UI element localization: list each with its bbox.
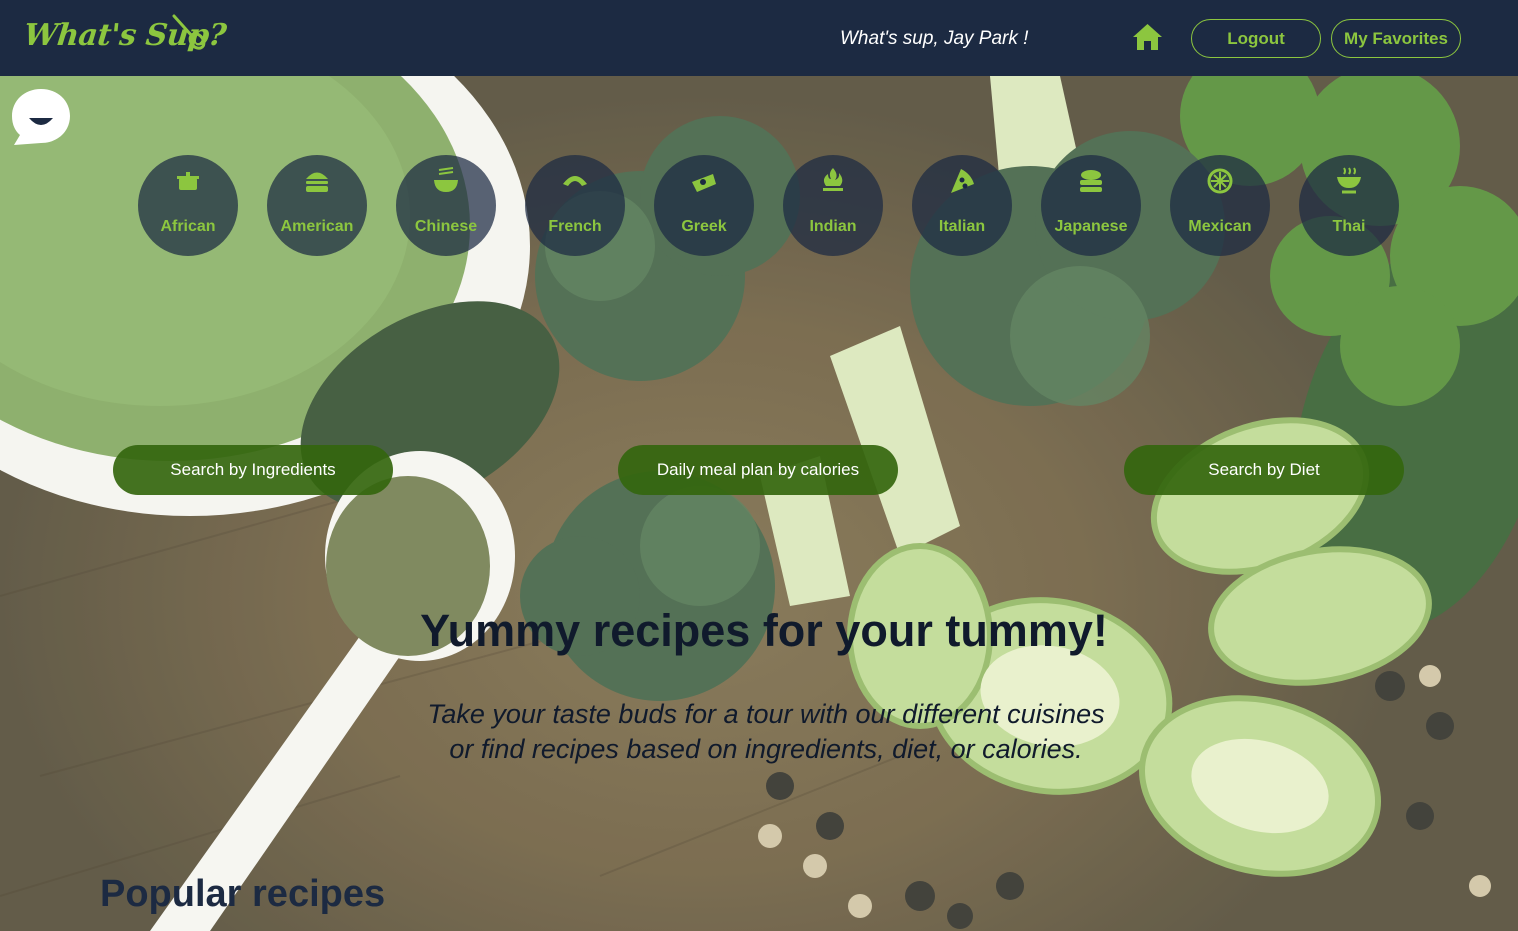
cuisine-label: African xyxy=(160,218,216,235)
burger-icon xyxy=(306,172,328,192)
cuisine-label: Thai xyxy=(1332,218,1366,235)
wok-icon xyxy=(1337,167,1361,194)
search-by-diet-button[interactable]: Search by Diet xyxy=(1124,445,1404,495)
chat-bubble-icon[interactable] xyxy=(10,87,72,147)
spoon-icon xyxy=(172,14,206,50)
cuisine-greek[interactable]: Greek xyxy=(654,155,754,256)
cuisine-japanese[interactable]: Japanese xyxy=(1041,155,1141,256)
meal-plan-by-calories-button[interactable]: Daily meal plan by calories xyxy=(618,445,898,495)
top-navbar: What's Sup? What's sup, Jay Park ! Logou… xyxy=(0,0,1518,76)
cuisine-label: French xyxy=(548,218,602,235)
lime-icon xyxy=(1207,168,1233,194)
cuisine-label: Japanese xyxy=(1054,218,1128,235)
cuisine-american[interactable]: American xyxy=(267,155,367,256)
cuisine-indian[interactable]: Indian xyxy=(783,155,883,256)
cuisine-italian[interactable]: Italian xyxy=(912,155,1012,256)
cuisine-label: Chinese xyxy=(414,218,478,235)
popular-recipes-heading: Popular recipes xyxy=(100,873,386,915)
sushi-icon xyxy=(1080,170,1102,192)
cuisine-label: Greek xyxy=(681,218,727,235)
cuisine-label: Italian xyxy=(938,218,986,235)
cuisine-label: Indian xyxy=(809,218,857,235)
hero-subtitle: Take your taste buds for a tour with our… xyxy=(0,697,1518,767)
cuisine-thai[interactable]: Thai xyxy=(1299,155,1399,256)
hero-subtitle-line: or find recipes based on ingredients, di… xyxy=(449,734,1083,764)
pizza-icon xyxy=(951,169,974,193)
greek-dish-icon xyxy=(692,174,716,192)
croissant-icon xyxy=(563,176,587,186)
cuisine-chinese[interactable]: Chinese xyxy=(396,155,496,256)
cuisine-label: American xyxy=(280,218,354,235)
noodle-bowl-icon xyxy=(434,167,458,192)
cuisine-french[interactable]: French xyxy=(525,155,625,256)
home-icon[interactable] xyxy=(1132,23,1163,51)
cuisine-african[interactable]: African xyxy=(138,155,238,256)
pot-icon xyxy=(177,172,199,190)
search-by-ingredients-button[interactable]: Search by Ingredients xyxy=(113,445,393,495)
my-favorites-button[interactable]: My Favorites xyxy=(1331,19,1461,58)
cuisine-mexican[interactable]: Mexican xyxy=(1170,155,1270,256)
hero-subtitle-line: Take your taste buds for a tour with our… xyxy=(427,699,1105,729)
fire-pot-icon xyxy=(823,168,843,191)
cuisine-label: Mexican xyxy=(1188,218,1252,235)
user-greeting: What's sup, Jay Park ! xyxy=(840,28,1029,49)
logout-button[interactable]: Logout xyxy=(1191,19,1321,58)
hero-headline: Yummy recipes for your tummy! xyxy=(420,605,1108,656)
